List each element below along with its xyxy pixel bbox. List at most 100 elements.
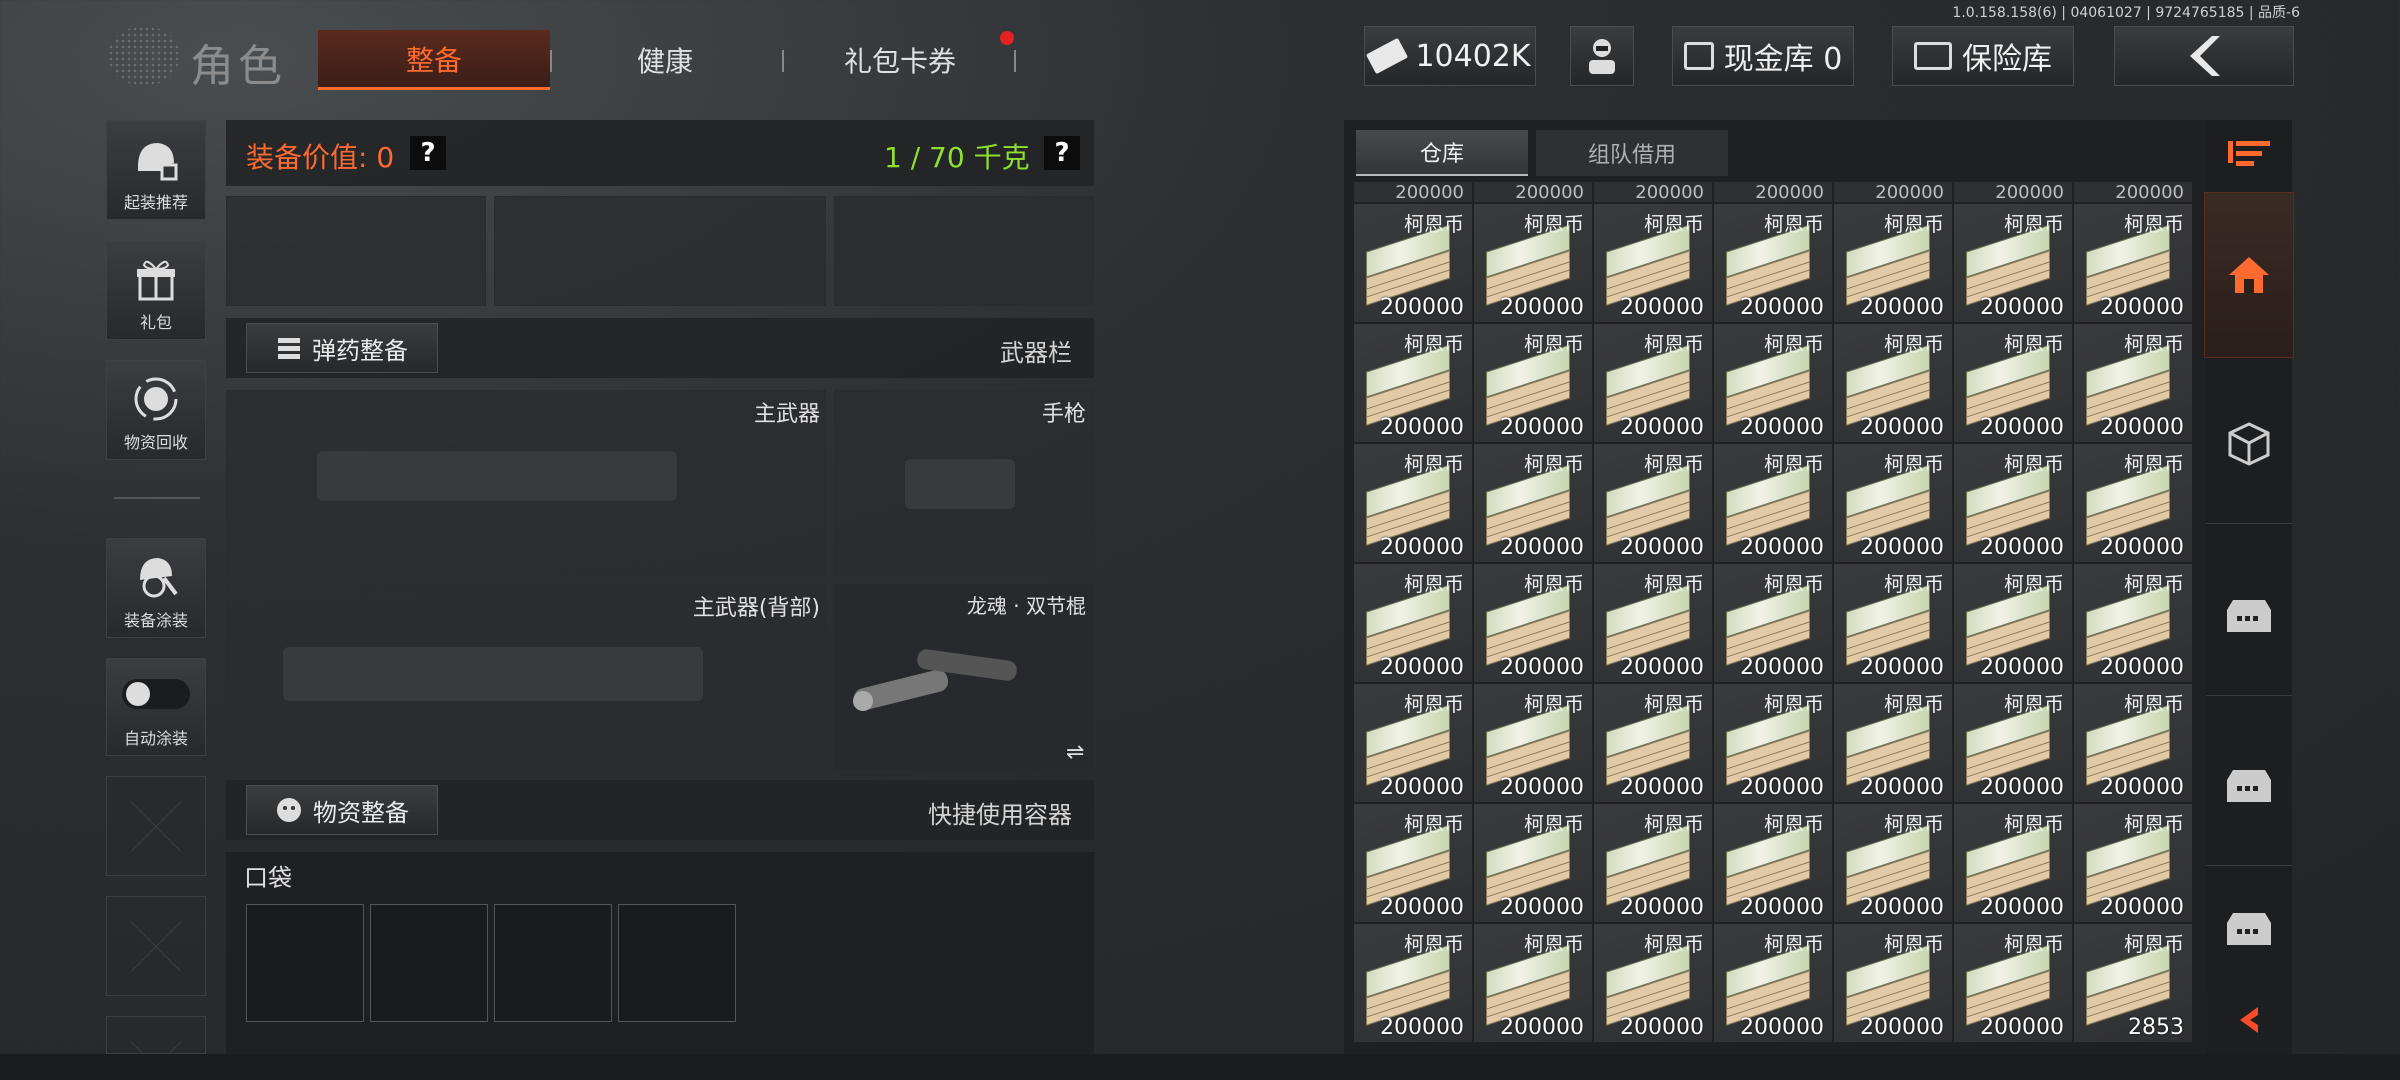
sidebar-item-recycle[interactable]: 物资回收 xyxy=(106,360,206,460)
back-button[interactable] xyxy=(2114,26,2294,86)
sidebar-item-gift[interactable]: 礼包 xyxy=(106,240,206,340)
item-count: 200000 xyxy=(1980,1015,2064,1040)
warehouse-item-cell[interactable]: 柯恩币 200000 xyxy=(2074,684,2192,802)
warehouse-item-cell[interactable]: 柯恩币 200000 xyxy=(2074,564,2192,682)
warehouse-item-cell[interactable]: 柯恩币 200000 xyxy=(1954,324,2072,442)
warehouse-item-cell[interactable]: 柯恩币 200000 xyxy=(1954,684,2072,802)
warehouse-item-cell[interactable]: 柯恩币 200000 xyxy=(1594,924,1712,1042)
warehouse-item-cell[interactable]: 柯恩币 200000 xyxy=(1714,444,1832,562)
safe-button[interactable]: 保险库 xyxy=(1892,26,2074,86)
warehouse-item-cell[interactable]: 柯恩币 200000 xyxy=(1354,444,1472,562)
warehouse-item-cell[interactable]: 柯恩币 200000 xyxy=(1834,204,1952,322)
item-name: 柯恩币 xyxy=(1764,212,1824,236)
toggle-switch[interactable] xyxy=(122,679,190,709)
item-name: 柯恩币 xyxy=(1404,932,1464,956)
warehouse-item-cell[interactable]: 柯恩币 200000 xyxy=(1834,564,1952,682)
supply-prep-button[interactable]: 物资整备 xyxy=(246,785,438,835)
item-name: 柯恩币 xyxy=(1764,452,1824,476)
warehouse-item-cell[interactable]: 柯恩币 200000 xyxy=(1354,324,1472,442)
warehouse-item-cell[interactable]: 柯恩币 200000 xyxy=(2074,204,2192,322)
warehouse-item-cell[interactable]: 柯恩币 200000 xyxy=(1834,444,1952,562)
equipment-value: 装备价值: 0 xyxy=(246,141,395,174)
warehouse-item-cell[interactable]: 柯恩币 200000 xyxy=(1594,324,1712,442)
warehouse-item-cell[interactable]: 柯恩币 200000 xyxy=(1354,684,1472,802)
swap-icon[interactable]: ⇌ xyxy=(1066,740,1084,765)
warehouse-item-cell[interactable]: 柯恩币 200000 xyxy=(1594,444,1712,562)
home-storage-button[interactable] xyxy=(2204,192,2294,358)
box-icon xyxy=(2228,421,2270,466)
tab-warehouse[interactable]: 仓库 xyxy=(1356,130,1528,176)
warehouse-item-cell[interactable]: 柯恩币 200000 xyxy=(1354,564,1472,682)
warehouse-item-cell[interactable]: 柯恩币 200000 xyxy=(1354,804,1472,922)
tab-team-borrow[interactable]: 组队借用 xyxy=(1536,130,1728,176)
storage-expansion-button[interactable] xyxy=(2206,536,2292,696)
warehouse-item-cell[interactable]: 柯恩币 2853 xyxy=(2074,924,2192,1042)
warehouse-item-cell[interactable]: 柯恩币 200000 xyxy=(1474,204,1592,322)
role-logo-icon xyxy=(108,26,180,86)
warehouse-item-cell[interactable]: 柯恩币 200000 xyxy=(1834,924,1952,1042)
warehouse-item-cell[interactable]: 柯恩币 200000 xyxy=(1714,204,1832,322)
item-name: 柯恩币 xyxy=(2004,332,2064,356)
item-name: 柯恩币 xyxy=(1524,452,1584,476)
warehouse-item-cell[interactable]: 柯恩币 200000 xyxy=(1714,324,1832,442)
weight-display: 1 / 70 千克 xyxy=(884,141,1030,174)
backpack-slot[interactable] xyxy=(834,196,1094,306)
armor-slot[interactable] xyxy=(494,196,826,306)
cash-vault-button[interactable]: 现金库 0 xyxy=(1672,26,1854,86)
warehouse-item-cell[interactable]: 柯恩币 200000 xyxy=(1954,804,2072,922)
warehouse-item-cell[interactable]: 柯恩币 200000 xyxy=(1594,684,1712,802)
container-storage-button[interactable] xyxy=(2206,364,2292,524)
weight-help-button[interactable]: ? xyxy=(1044,136,1080,170)
item-count: 200000 xyxy=(1860,535,1944,560)
warehouse-item-cell[interactable]: 柯恩币 200000 xyxy=(1474,804,1592,922)
warehouse-item-cell[interactable]: 柯恩币 200000 xyxy=(1714,804,1832,922)
team-button[interactable] xyxy=(1570,26,1634,86)
storage-expansion-button[interactable] xyxy=(2206,706,2292,866)
warehouse-item-cell[interactable]: 柯恩币 200000 xyxy=(1594,564,1712,682)
warehouse-item-cell[interactable]: 柯恩币 200000 xyxy=(1834,324,1952,442)
sidebar-item-paint[interactable]: 装备涂装 xyxy=(106,538,206,638)
warehouse-item-cell[interactable]: 柯恩币 200000 xyxy=(1474,324,1592,442)
warehouse-item-cell[interactable]: 柯恩币 200000 xyxy=(1354,204,1472,322)
ammo-prep-button[interactable]: 弹药整备 xyxy=(246,323,438,373)
warehouse-item-cell[interactable]: 柯恩币 200000 xyxy=(1594,204,1712,322)
pocket-slot[interactable] xyxy=(618,904,736,1022)
warehouse-item-cell[interactable]: 柯恩币 200000 xyxy=(1594,804,1712,922)
warehouse-item-cell[interactable]: 柯恩币 200000 xyxy=(1954,924,2072,1042)
warehouse-item-cell[interactable]: 柯恩币 200000 xyxy=(1474,444,1592,562)
sidebar-item-recommend[interactable]: 起装推荐 xyxy=(106,120,206,220)
warehouse-item-cell[interactable]: 柯恩币 200000 xyxy=(1714,564,1832,682)
warehouse-item-cell[interactable]: 柯恩币 200000 xyxy=(1954,204,2072,322)
auto-paint-toggle[interactable]: 自动涂装 xyxy=(106,658,206,756)
warehouse-item-cell[interactable]: 柯恩币 200000 xyxy=(1714,684,1832,802)
warehouse-item-cell[interactable]: 柯恩币 200000 xyxy=(1714,924,1832,1042)
warehouse-item-cell[interactable]: 柯恩币 200000 xyxy=(1474,924,1592,1042)
warehouse-item-cell[interactable]: 柯恩币 200000 xyxy=(1474,684,1592,802)
collapse-button[interactable] xyxy=(2206,990,2292,1050)
warehouse-item-cell[interactable]: 柯恩币 200000 xyxy=(1354,924,1472,1042)
sort-button[interactable] xyxy=(2206,122,2292,186)
warehouse-item-cell[interactable]: 柯恩币 200000 xyxy=(2074,804,2192,922)
value-help-button[interactable]: ? xyxy=(410,136,446,170)
primary-weapon-slot[interactable] xyxy=(226,390,826,576)
warehouse-item-cell[interactable]: 柯恩币 200000 xyxy=(1834,684,1952,802)
item-count: 200000 xyxy=(1714,182,1832,202)
pocket-slot[interactable] xyxy=(246,904,364,1022)
warehouse-item-cell[interactable]: 柯恩币 200000 xyxy=(1954,564,2072,682)
warehouse-item-cell[interactable]: 柯恩币 200000 xyxy=(1954,444,2072,562)
warehouse-item-cell[interactable]: 柯恩币 200000 xyxy=(2074,444,2192,562)
storage-expansion-button[interactable] xyxy=(2206,874,2292,984)
pocket-slot[interactable] xyxy=(494,904,612,1022)
helmet-slot[interactable] xyxy=(226,196,486,306)
warehouse-item-cell[interactable]: 柯恩币 200000 xyxy=(2074,324,2192,442)
tab-equip[interactable]: 整备 xyxy=(318,30,550,90)
pocket-slot[interactable] xyxy=(370,904,488,1022)
money-display[interactable]: 10402K xyxy=(1364,26,1536,86)
item-count: 200000 xyxy=(1980,415,2064,440)
tab-health[interactable]: 健康 xyxy=(580,30,750,90)
tab-gift-cards[interactable]: 礼包卡券 xyxy=(800,30,1000,90)
warehouse-item-cell[interactable]: 柯恩币 200000 xyxy=(1834,804,1952,922)
item-name: 柯恩币 xyxy=(1404,572,1464,596)
item-count: 200000 xyxy=(2100,415,2184,440)
warehouse-item-cell[interactable]: 柯恩币 200000 xyxy=(1474,564,1592,682)
